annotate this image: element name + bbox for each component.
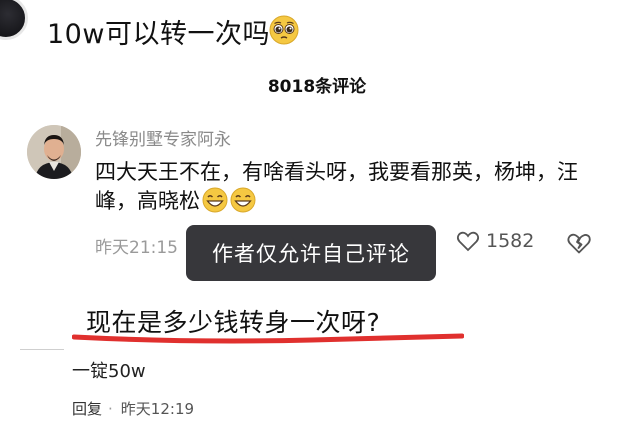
reply-divider [20, 349, 64, 350]
comment-count-header: 8018条评论 [0, 72, 634, 97]
like-button[interactable]: 1582 [456, 230, 534, 252]
pleading-face-icon [269, 15, 299, 45]
red-underline-mark [72, 333, 464, 344]
like-count: 1582 [486, 230, 535, 252]
avatar-portrait-icon [27, 125, 81, 179]
comment-body-text: 四大天王不在，有啥看头呀，我要看那英，杨坤，汪峰，高晓松 [95, 160, 578, 213]
comment-username[interactable]: 先锋别墅专家阿永 [95, 125, 231, 150]
reply-actions: 回复 · 昨天12:19 [72, 398, 194, 419]
toast-text: 作者仅允许自己评论 [212, 242, 410, 266]
heart-icon [456, 231, 480, 252]
reply-button[interactable]: 回复 [72, 398, 102, 419]
top-message-row: 10w可以转一次吗 [0, 0, 634, 62]
toast-message: 作者仅允许自己评论 [186, 225, 436, 281]
reply-body: 一锭50w [72, 361, 146, 382]
separator-dot: · [108, 399, 113, 418]
reply-timestamp: 昨天12:19 [120, 400, 195, 418]
comment-body: 四大天王不在，有啥看头呀，我要看那英，杨坤，汪峰，高晓松 [95, 158, 595, 216]
avatar[interactable] [27, 125, 81, 179]
comment-timestamp: 昨天21:15 [95, 238, 178, 258]
top-avatar[interactable] [0, 0, 30, 40]
comment-count: 8018条评论 [267, 77, 367, 97]
top-message-text: 10w可以转一次吗 [47, 19, 270, 50]
grin-face-icon [230, 187, 256, 213]
grin-face-icon [202, 187, 228, 213]
broken-heart-icon[interactable] [566, 231, 592, 255]
